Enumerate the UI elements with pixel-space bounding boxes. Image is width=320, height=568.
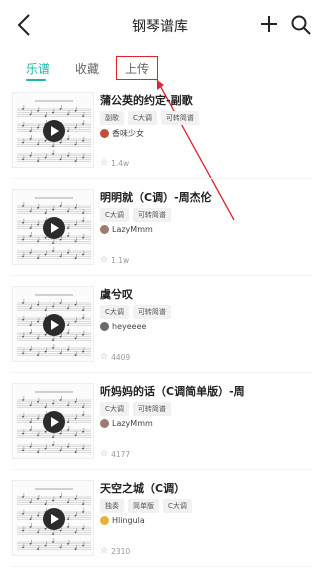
sheet-thumbnail[interactable] bbox=[12, 92, 94, 168]
star-icon: ☆ bbox=[100, 449, 109, 459]
tag: 可转简谱 bbox=[132, 305, 171, 319]
avatar bbox=[100, 419, 109, 428]
search-icon[interactable] bbox=[290, 14, 312, 36]
divider bbox=[12, 566, 312, 567]
tag: 简单版 bbox=[128, 499, 159, 513]
author[interactable]: 香味少女 bbox=[100, 128, 144, 139]
tag-list: C大调 可转简谱 bbox=[100, 208, 171, 222]
top-bar: 钢琴谱库 bbox=[0, 0, 320, 50]
author-name: LazyMmm bbox=[112, 419, 153, 428]
song-title[interactable]: 虞兮叹 bbox=[100, 286, 133, 302]
star-count: 2310 bbox=[111, 547, 131, 556]
list-item[interactable]: 蒲公英的约定-副歌 副歌 C大调 可转简谱香味少女 ☆ 1.4w bbox=[12, 92, 312, 180]
author-name: LazyMmm bbox=[112, 225, 153, 234]
divider bbox=[12, 372, 312, 373]
divider bbox=[12, 275, 312, 276]
author-name: heyeeee bbox=[112, 322, 147, 331]
sheet-thumbnail[interactable] bbox=[12, 286, 94, 362]
tag-list: C大调 可转简谱 bbox=[100, 402, 171, 416]
list-item[interactable]: 听妈妈的话（C调简单版）-周 C大调 可转简谱 LazyMmm ☆ 4177 bbox=[12, 383, 312, 471]
active-tab-indicator bbox=[26, 79, 46, 81]
tag: 可转简谱 bbox=[132, 402, 171, 416]
song-title[interactable]: 蒲公英的约定-副歌 bbox=[100, 92, 193, 108]
author-name: 香味少女 bbox=[112, 129, 144, 138]
favorite-count[interactable]: ☆ 1.1w bbox=[100, 255, 130, 266]
star-icon: ☆ bbox=[100, 352, 109, 362]
favorite-count[interactable]: ☆ 4177 bbox=[100, 449, 131, 460]
annotation-highlight-box bbox=[116, 56, 158, 80]
avatar bbox=[100, 129, 109, 138]
song-title[interactable]: 明明就（C调）-周杰伦 bbox=[100, 189, 212, 205]
star-icon: ☆ bbox=[100, 158, 109, 168]
play-icon[interactable] bbox=[43, 120, 65, 142]
author[interactable]: Hlingula bbox=[100, 516, 145, 525]
tag: 可转简谱 bbox=[160, 111, 199, 125]
author[interactable]: LazyMmm bbox=[100, 419, 153, 428]
avatar bbox=[100, 322, 109, 331]
star-count: 4177 bbox=[111, 450, 131, 459]
song-title[interactable]: 听妈妈的话（C调简单版）-周 bbox=[100, 383, 245, 399]
play-icon[interactable] bbox=[43, 217, 65, 239]
avatar bbox=[100, 516, 109, 525]
tag: C大调 bbox=[100, 402, 129, 416]
play-icon[interactable] bbox=[43, 508, 65, 530]
sheet-thumbnail[interactable] bbox=[12, 480, 94, 556]
star-icon: ☆ bbox=[100, 255, 109, 265]
play-icon[interactable] bbox=[43, 314, 65, 336]
tab-bar: 乐谱 收藏 上传 bbox=[0, 56, 320, 86]
song-title[interactable]: 天空之城（C调） bbox=[100, 480, 185, 496]
sheet-thumbnail[interactable] bbox=[12, 383, 94, 459]
star-icon: ☆ bbox=[100, 546, 109, 556]
tag: 可转简谱 bbox=[132, 208, 171, 222]
tag: C大调 bbox=[163, 499, 192, 513]
sheet-thumbnail[interactable] bbox=[12, 189, 94, 265]
favorite-count[interactable]: ☆ 2310 bbox=[100, 546, 131, 557]
author[interactable]: heyeeee bbox=[100, 322, 146, 331]
star-count: 4409 bbox=[111, 353, 131, 362]
tag-list: C大调 可转简谱 bbox=[100, 305, 171, 319]
tab-favorites[interactable]: 收藏 bbox=[75, 60, 99, 77]
favorite-count[interactable]: ☆ 4409 bbox=[100, 352, 131, 363]
tag: C大调 bbox=[100, 208, 129, 222]
list-item[interactable]: 明明就（C调）-周杰伦 C大调 可转简谱 LazyMmm ☆ 1.1w bbox=[12, 189, 312, 277]
play-icon[interactable] bbox=[43, 411, 65, 433]
divider bbox=[12, 178, 312, 179]
list-item[interactable]: 天空之城（C调） 独奏 简单版 C大调 Hlingula ☆ 2310 bbox=[12, 480, 312, 568]
author-name: Hlingula bbox=[112, 516, 145, 525]
tag-list: 副歌 C大调 可转简谱 bbox=[100, 111, 199, 125]
favorite-count[interactable]: ☆ 1.4w bbox=[100, 158, 130, 169]
tab-scores[interactable]: 乐谱 bbox=[26, 60, 50, 77]
star-count: 1.1w bbox=[111, 256, 130, 265]
tag: C大调 bbox=[100, 305, 129, 319]
tag: C大调 bbox=[128, 111, 157, 125]
avatar bbox=[100, 225, 109, 234]
tag: 独奏 bbox=[100, 499, 124, 513]
list-item[interactable]: 虞兮叹 C大调 可转简谱 heyeeee ☆ 4409 bbox=[12, 286, 312, 374]
tag-list: 独奏 简单版 C大调 bbox=[100, 499, 192, 513]
divider bbox=[12, 469, 312, 470]
author[interactable]: LazyMmm bbox=[100, 225, 153, 234]
plus-icon[interactable] bbox=[259, 14, 279, 34]
star-count: 1.4w bbox=[111, 159, 130, 168]
tag: 副歌 bbox=[100, 111, 124, 125]
